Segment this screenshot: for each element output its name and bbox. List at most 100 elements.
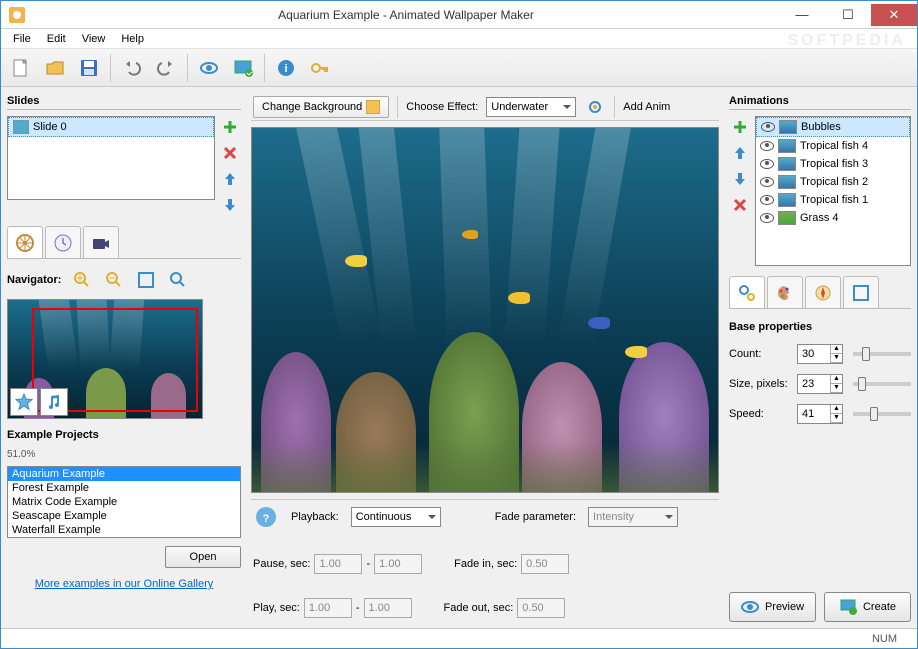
slide-up-button[interactable] xyxy=(219,168,241,190)
effect-select[interactable]: Underwater xyxy=(486,97,576,117)
effect-settings-button[interactable] xyxy=(584,96,606,118)
anim-row[interactable]: Bubbles xyxy=(756,117,910,137)
eye-icon[interactable] xyxy=(761,122,775,132)
count-spinbox[interactable]: 30▲▼ xyxy=(797,344,843,364)
undo-button[interactable] xyxy=(116,52,148,84)
anim-row[interactable]: Tropical fish 1 xyxy=(756,191,910,209)
zoom-fit-button[interactable] xyxy=(135,269,157,291)
list-item[interactable]: Waterfall Example xyxy=(8,523,240,537)
slides-header: Slides xyxy=(7,93,241,110)
anim-thumb xyxy=(778,193,796,207)
menu-help[interactable]: Help xyxy=(115,31,150,47)
anim-row[interactable]: Tropical fish 2 xyxy=(756,173,910,191)
pause-to-input[interactable] xyxy=(374,554,422,574)
close-button[interactable]: ✕ xyxy=(871,4,917,26)
tab-wheel[interactable] xyxy=(7,226,43,258)
open-button[interactable] xyxy=(39,52,71,84)
menu-edit[interactable]: Edit xyxy=(41,31,72,47)
slides-list[interactable]: Slide 0 xyxy=(7,116,215,200)
add-slide-button[interactable] xyxy=(219,116,241,138)
key-button[interactable] xyxy=(304,52,336,84)
add-anim-label[interactable]: Add Anim xyxy=(623,101,670,113)
anim-down-button[interactable] xyxy=(729,168,751,190)
fadeout-input[interactable] xyxy=(517,598,565,618)
zoom-reset-button[interactable] xyxy=(167,269,189,291)
list-item[interactable]: Aquarium Example xyxy=(8,467,240,481)
examples-percent: 51.0% xyxy=(7,449,241,460)
camera-icon xyxy=(91,233,111,253)
star-icon[interactable] xyxy=(10,388,38,416)
window-title: Aquarium Example - Animated Wallpaper Ma… xyxy=(33,8,779,22)
slide-row[interactable]: Slide 0 xyxy=(8,117,214,137)
preview-icon[interactable] xyxy=(193,52,225,84)
zoom-in-button[interactable] xyxy=(71,269,93,291)
eye-icon[interactable] xyxy=(760,213,774,223)
play-to-input[interactable] xyxy=(364,598,412,618)
help-button[interactable]: ? xyxy=(253,504,279,530)
count-slider[interactable] xyxy=(853,352,911,356)
navigator-thumbnail[interactable] xyxy=(7,299,203,419)
add-anim-button[interactable] xyxy=(729,116,751,138)
preview-button[interactable]: Preview xyxy=(729,592,816,622)
slide-down-button[interactable] xyxy=(219,194,241,216)
info-button[interactable]: i xyxy=(270,52,302,84)
svg-text:i: i xyxy=(284,63,287,75)
list-item[interactable]: Matrix Code Example xyxy=(8,495,240,509)
remove-anim-button[interactable] xyxy=(729,194,751,216)
tab-rect[interactable] xyxy=(843,276,879,308)
tab-compass[interactable] xyxy=(805,276,841,308)
examples-list[interactable]: Aquarium Example Forest Example Matrix C… xyxy=(7,466,241,538)
canvas[interactable] xyxy=(251,127,719,493)
fadeout-label: Fade out, sec: xyxy=(444,602,514,614)
eye-icon[interactable] xyxy=(760,141,774,151)
eye-icon[interactable] xyxy=(760,159,774,169)
speed-slider[interactable] xyxy=(853,412,911,416)
speed-spinbox[interactable]: 41▲▼ xyxy=(797,404,843,424)
status-bar: NUM xyxy=(1,628,917,648)
open-example-button[interactable]: Open xyxy=(165,546,241,568)
anim-row[interactable]: Grass 4 xyxy=(756,209,910,227)
playback-label: Playback: xyxy=(291,511,339,523)
maximize-button[interactable]: ☐ xyxy=(825,4,871,26)
count-label: Count: xyxy=(729,348,791,360)
redo-button[interactable] xyxy=(150,52,182,84)
eye-icon[interactable] xyxy=(760,177,774,187)
menubar: File Edit View Help xyxy=(1,29,917,49)
menu-file[interactable]: File xyxy=(7,31,37,47)
tab-camera[interactable] xyxy=(83,226,119,258)
anim-row[interactable]: Tropical fish 4 xyxy=(756,137,910,155)
minimize-button[interactable]: — xyxy=(779,4,825,26)
slide-label: Slide 0 xyxy=(33,121,67,133)
anim-row[interactable]: Tropical fish 3 xyxy=(756,155,910,173)
tab-properties[interactable] xyxy=(729,276,765,308)
pause-from-input[interactable] xyxy=(314,554,362,574)
fadein-input[interactable] xyxy=(521,554,569,574)
new-button[interactable] xyxy=(5,52,37,84)
save-button[interactable] xyxy=(73,52,105,84)
center-toolbar: Change Background Choose Effect: Underwa… xyxy=(251,93,719,121)
size-slider[interactable] xyxy=(853,382,911,386)
music-icon[interactable] xyxy=(40,388,68,416)
fade-param-select[interactable]: Intensity xyxy=(588,507,678,527)
zoom-out-button[interactable] xyxy=(103,269,125,291)
fade-param-label: Fade parameter: xyxy=(495,511,576,523)
create-button[interactable]: Create xyxy=(824,592,911,622)
anim-up-button[interactable] xyxy=(729,142,751,164)
size-label: Size, pixels: xyxy=(729,378,791,390)
list-item[interactable]: Forest Example xyxy=(8,481,240,495)
examples-header: Example Projects xyxy=(7,427,241,443)
gallery-link[interactable]: More examples in our Online Gallery xyxy=(7,578,241,590)
eye-icon[interactable] xyxy=(760,195,774,205)
wallpaper-button[interactable] xyxy=(227,52,259,84)
tab-clock[interactable] xyxy=(45,226,81,258)
animations-list[interactable]: Bubbles Tropical fish 4 Tropical fish 3 … xyxy=(755,116,911,266)
play-from-input[interactable] xyxy=(304,598,352,618)
window-buttons: — ☐ ✕ xyxy=(779,4,917,26)
change-background-button[interactable]: Change Background xyxy=(253,96,389,118)
list-item[interactable]: Seascape Example xyxy=(8,509,240,523)
size-spinbox[interactable]: 23▲▼ xyxy=(797,374,843,394)
playback-mode-select[interactable]: Continuous xyxy=(351,507,441,527)
menu-view[interactable]: View xyxy=(76,31,112,47)
remove-slide-button[interactable] xyxy=(219,142,241,164)
tab-palette[interactable] xyxy=(767,276,803,308)
